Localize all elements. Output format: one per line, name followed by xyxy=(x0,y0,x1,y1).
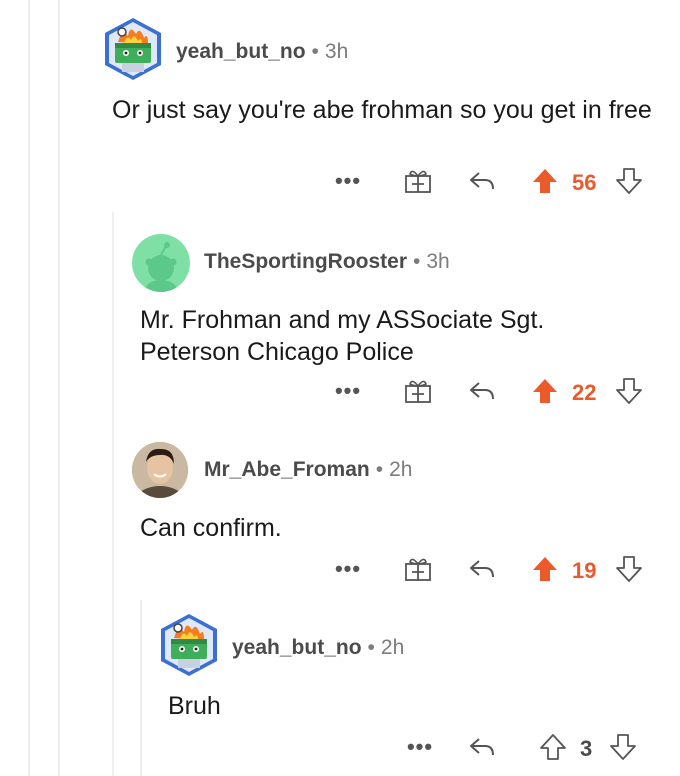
vote-score: 19 xyxy=(572,558,597,583)
dumpster-fire-avatar-icon xyxy=(161,614,217,676)
upvote-button[interactable] xyxy=(530,166,560,196)
comment-meta: yeah_but_no • 3h xyxy=(176,40,348,64)
gift-icon xyxy=(405,558,431,581)
downvote-arrow-icon xyxy=(616,556,642,582)
separator-dot: • xyxy=(375,458,384,481)
give-award-button[interactable] xyxy=(402,376,434,406)
vote-score: 3 xyxy=(580,736,593,761)
comment: yeah_but_no • 2h Bruh ••• 3 xyxy=(0,600,680,776)
upvote-arrow-icon xyxy=(533,379,557,403)
avatar[interactable] xyxy=(156,612,222,678)
comment-body: Bruh xyxy=(168,692,221,720)
reply-button[interactable] xyxy=(466,166,498,196)
profile-photo-icon xyxy=(132,442,188,498)
username[interactable]: Mr_Abe_Froman xyxy=(204,458,370,481)
more-options-button[interactable]: ••• xyxy=(404,732,436,762)
reply-button[interactable] xyxy=(466,732,498,762)
downvote-button[interactable] xyxy=(614,166,644,196)
more-options-button[interactable]: ••• xyxy=(332,166,364,196)
comment-meta: Mr_Abe_Froman • 2h xyxy=(204,458,412,482)
upvote-button[interactable] xyxy=(538,732,568,762)
upvote-button[interactable] xyxy=(530,376,560,406)
upvote-arrow-icon xyxy=(540,734,566,760)
downvote-arrow-icon xyxy=(616,378,642,404)
avatar[interactable] xyxy=(132,442,188,498)
vote-score: 56 xyxy=(572,170,597,195)
timestamp: 2h xyxy=(389,458,413,481)
upvote-arrow-icon xyxy=(533,557,557,581)
username[interactable]: TheSportingRooster xyxy=(204,250,407,273)
reply-arrow-icon xyxy=(470,172,494,190)
username[interactable]: yeah_but_no xyxy=(176,40,306,63)
username[interactable]: yeah_but_no xyxy=(232,636,362,659)
downvote-arrow-icon xyxy=(610,734,636,760)
comment-body: Or just say you're abe frohman so you ge… xyxy=(112,96,652,124)
reply-button[interactable] xyxy=(466,554,498,584)
timestamp: 3h xyxy=(324,40,349,63)
comment-body: Can confirm. xyxy=(140,514,282,542)
give-award-button[interactable] xyxy=(402,554,434,584)
timestamp: 3h xyxy=(426,250,450,273)
comment-body: Mr. Frohman and my ASSociate Sgt. Peters… xyxy=(140,306,545,366)
downvote-button[interactable] xyxy=(608,732,638,762)
give-award-button[interactable] xyxy=(402,166,434,196)
downvote-arrow-icon xyxy=(616,168,642,194)
vote-score: 22 xyxy=(572,380,597,405)
separator-dot: • xyxy=(311,40,319,63)
comment: TheSportingRooster • 3h Mr. Frohman and my… xyxy=(0,210,680,420)
gift-icon xyxy=(405,170,431,193)
timestamp: 2h xyxy=(380,636,405,659)
reply-arrow-icon xyxy=(470,738,494,756)
upvote-arrow-icon xyxy=(533,169,557,193)
dumpster-fire-avatar-icon xyxy=(105,18,161,80)
reply-arrow-icon xyxy=(470,382,494,400)
separator-dot: • xyxy=(367,636,375,659)
avatar[interactable] xyxy=(100,16,166,82)
reply-button[interactable] xyxy=(466,376,498,406)
more-options-button[interactable]: ••• xyxy=(332,554,364,584)
comment: yeah_but_no • 3h Or just say you're abe fr… xyxy=(0,0,680,210)
comment-meta: TheSportingRooster • 3h xyxy=(204,250,450,274)
downvote-button[interactable] xyxy=(614,554,644,584)
avatar[interactable] xyxy=(132,234,190,292)
comment-meta: yeah_but_no • 2h xyxy=(232,636,404,660)
snoo-avatar-icon xyxy=(145,242,177,292)
upvote-button[interactable] xyxy=(530,554,560,584)
more-options-button[interactable]: ••• xyxy=(332,376,364,406)
separator-dot: • xyxy=(413,250,421,273)
comment: Mr_Abe_Froman • 2h Can confirm. ••• 19 xyxy=(0,420,680,600)
downvote-button[interactable] xyxy=(614,376,644,406)
reply-arrow-icon xyxy=(470,560,494,578)
gift-icon xyxy=(405,380,431,403)
